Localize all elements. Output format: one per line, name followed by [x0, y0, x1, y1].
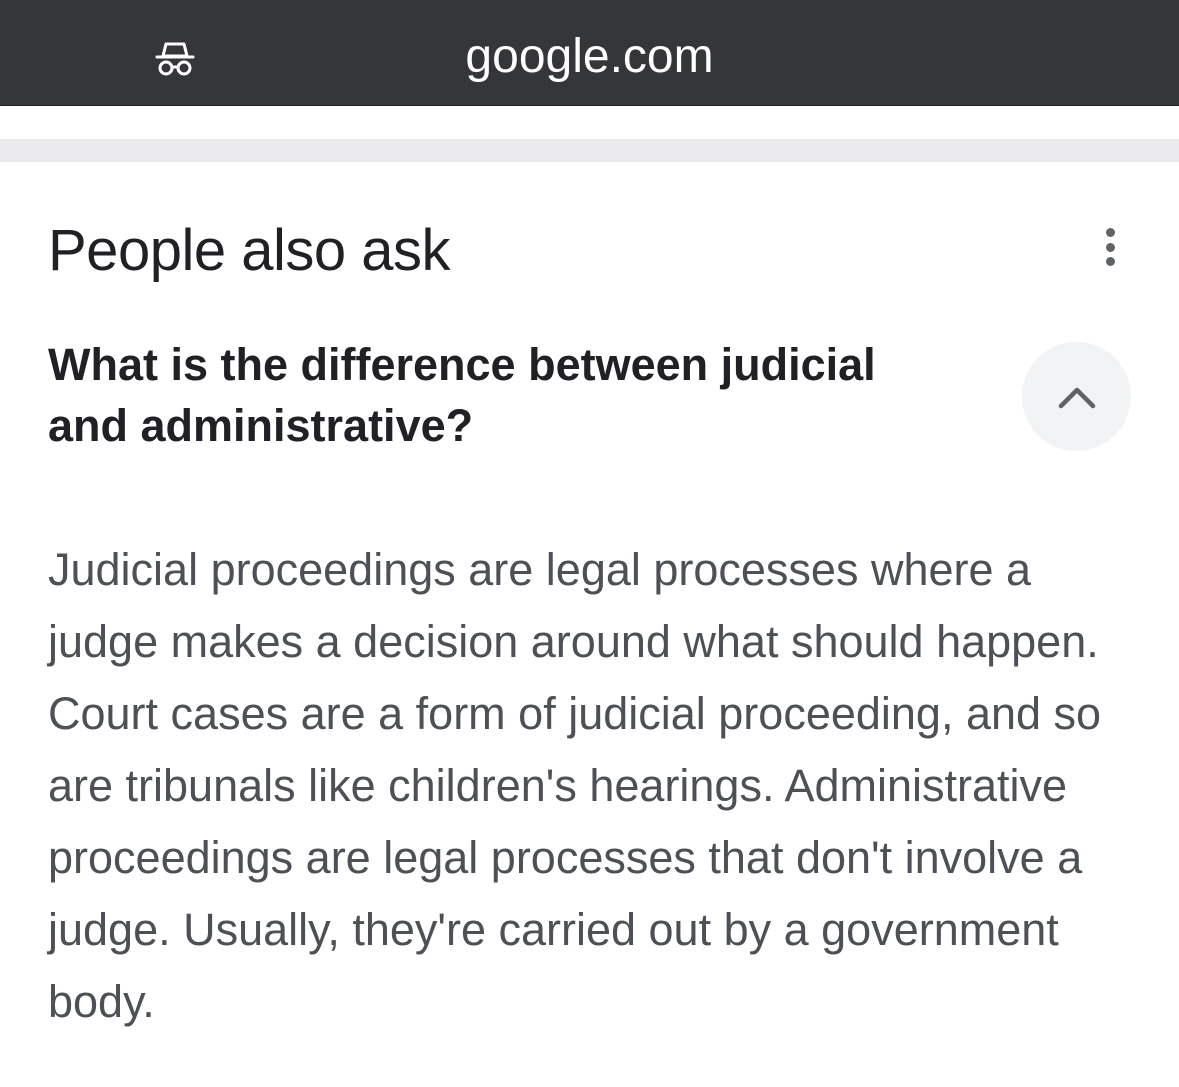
more-dot — [1105, 228, 1115, 237]
more-dot — [1105, 242, 1115, 252]
spacer — [0, 106, 1179, 139]
section-divider — [0, 139, 1179, 162]
more-dot — [1105, 257, 1115, 266]
browser-toolbar: google.com — [0, 0, 1179, 106]
question-title[interactable]: What is the difference between judicial … — [48, 334, 948, 456]
address-bar-url[interactable]: google.com — [0, 28, 1179, 86]
collapse-button[interactable] — [1022, 342, 1131, 451]
chevron-up-icon — [1058, 387, 1095, 408]
more-options-icon[interactable] — [1090, 222, 1130, 272]
people-also-ask-heading: People also ask — [48, 218, 450, 283]
answer-snippet: Judicial proceedings are legal processes… — [48, 544, 1102, 1027]
